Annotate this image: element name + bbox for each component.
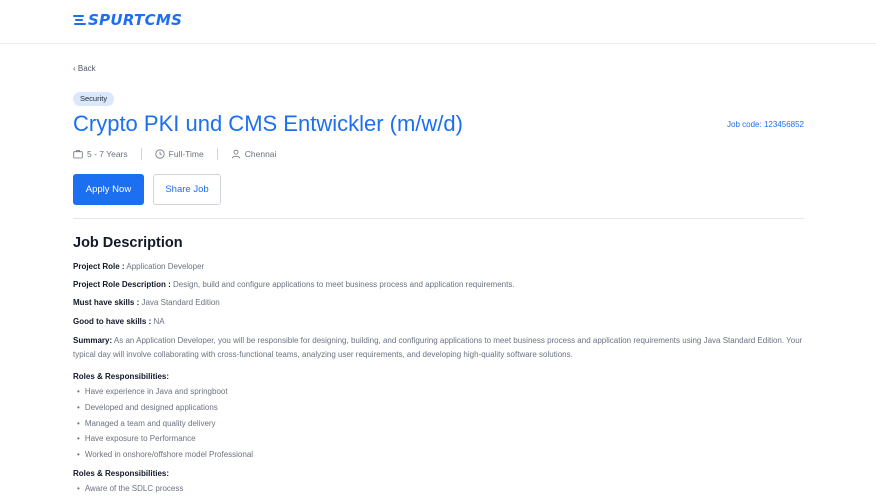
project-role-row: Project Role : Application Developer	[73, 260, 804, 274]
good-to-have-skills-row: Good to have skills : NA	[73, 315, 804, 329]
location-label: Chennai	[244, 149, 277, 159]
must-have-skills-row: Must have skills : Java Standard Edition	[73, 296, 804, 310]
back-link[interactable]: ‹ Back	[73, 64, 96, 73]
field-label: Must have skills :	[73, 298, 140, 307]
field-label: Project Role Description :	[73, 280, 171, 289]
summary-paragraph: Summary: As an Application Developer, yo…	[73, 334, 804, 362]
job-meta: 5 - 7 Years Full-Time Chennai	[73, 148, 276, 160]
meta-divider	[216, 148, 218, 160]
roles-heading: Roles & Responsibilities:	[73, 372, 170, 381]
roles-heading: Roles & Responsibilities:	[73, 469, 170, 478]
list-item: Developed and designed applications	[77, 400, 253, 416]
field-value: Application Developer	[126, 262, 205, 271]
meta-type: Full-Time	[155, 149, 204, 159]
list-item: Worked in onshore/offshore model Profess…	[77, 447, 253, 463]
list-item: Have exposure to Performance	[77, 431, 253, 447]
job-description-heading: Job Description	[73, 235, 183, 251]
user-icon	[231, 149, 240, 159]
roles-list: Aware of the SDLC process	[77, 481, 184, 497]
job-code: Job code: 123456852	[727, 120, 804, 129]
meta-experience: 5 - 7 Years	[73, 149, 128, 159]
job-type-label: Full-Time	[168, 149, 204, 159]
field-value: NA	[153, 317, 165, 326]
summary-text: As an Application Developer, you will be…	[73, 336, 803, 359]
briefcase-icon	[73, 150, 83, 159]
field-value: Design, build and configure applications…	[173, 280, 515, 289]
list-item: Have experience in Java and springboot	[77, 384, 253, 400]
job-title: Crypto PKI und CMS Entwickler (m/w/d)	[73, 111, 463, 136]
share-job-button[interactable]: Share Job	[153, 174, 221, 205]
clock-icon	[155, 149, 165, 159]
apply-now-button[interactable]: Apply Now	[73, 174, 144, 205]
category-tag: Security	[73, 92, 115, 106]
meta-location: Chennai	[231, 149, 277, 159]
section-divider	[73, 218, 804, 219]
meta-divider	[140, 148, 142, 160]
brand-name: SPURTCMS	[88, 11, 183, 29]
roles-list: Have experience in Java and springboot D…	[77, 384, 253, 463]
list-item: Aware of the SDLC process	[77, 481, 184, 497]
top-bar: SPURTCMS	[0, 0, 876, 44]
list-item: Managed a team and quality delivery	[77, 416, 253, 432]
brand-logo[interactable]: SPURTCMS	[73, 11, 182, 29]
field-label: Good to have skills :	[73, 317, 152, 326]
field-value: Java Standard Edition	[141, 298, 220, 307]
field-label: Project Role :	[73, 262, 125, 271]
logo-speed-lines-icon	[73, 14, 87, 26]
summary-label: Summary:	[73, 336, 113, 345]
experience-label: 5 - 7 Years	[87, 149, 128, 159]
project-role-description-row: Project Role Description : Design, build…	[73, 278, 804, 292]
